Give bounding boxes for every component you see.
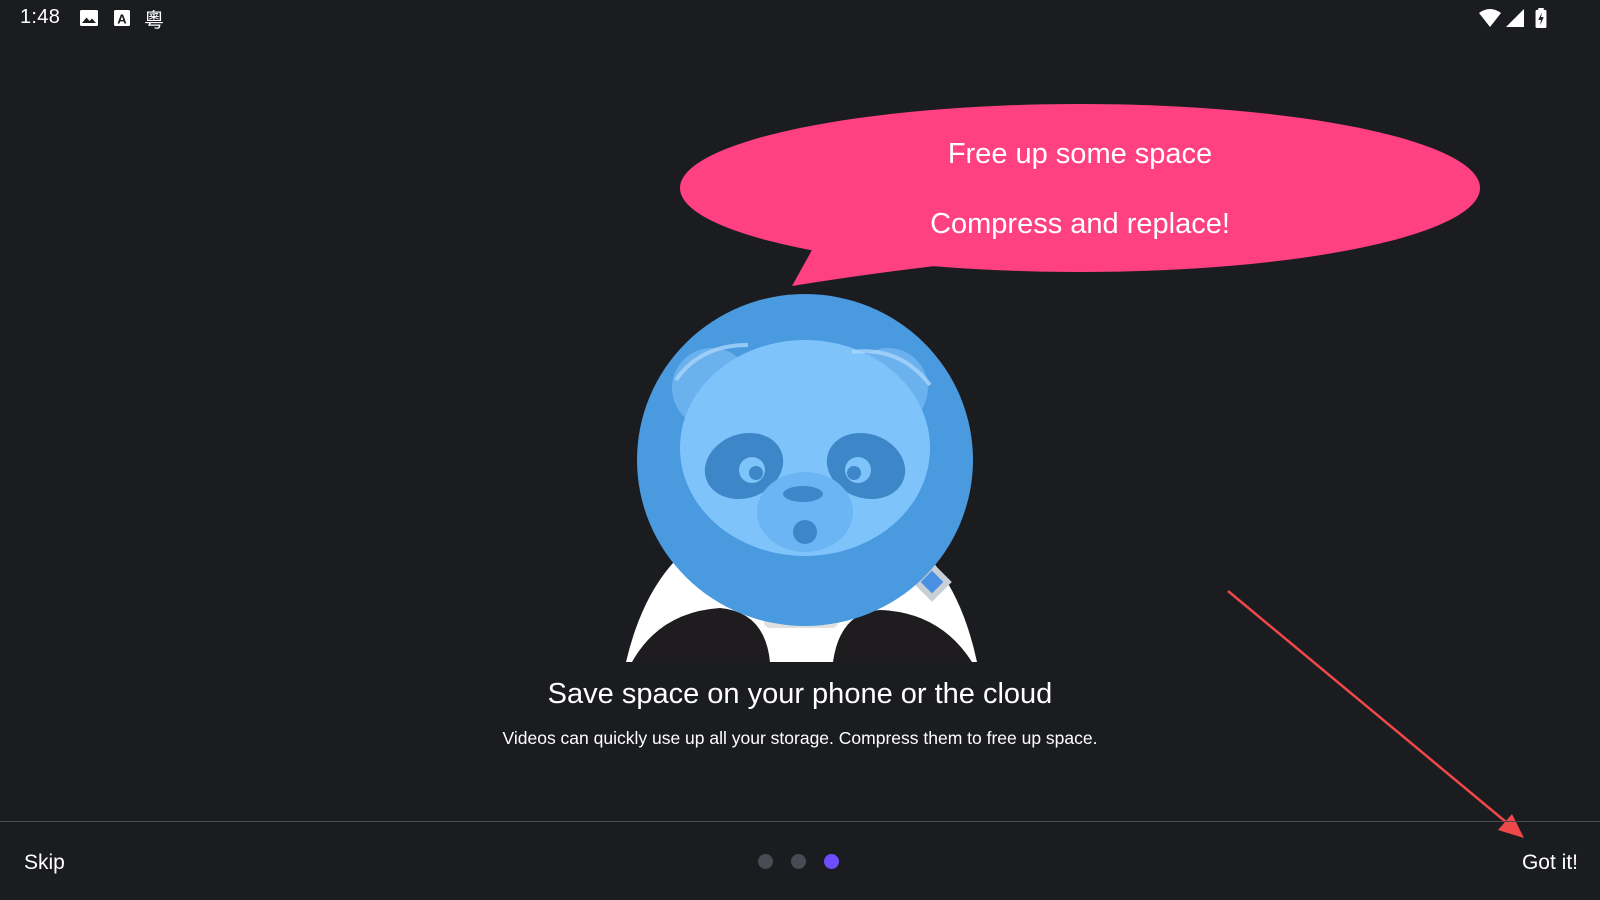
onboarding-illustration xyxy=(626,104,1524,838)
bubble-line-1: Free up some space xyxy=(947,138,1213,170)
onboarding-subtitle: Videos can quickly use up all your stora… xyxy=(502,728,1098,748)
speech-bubble xyxy=(680,104,1480,286)
annotation-arrow xyxy=(1227,590,1524,838)
bubble-line-2: Compress and replace! xyxy=(930,208,1230,240)
page-indicator xyxy=(758,854,839,869)
page-dot-1 xyxy=(758,854,773,869)
footer-divider xyxy=(0,821,1600,822)
onboarding-title: Save space on your phone or the cloud xyxy=(547,678,1053,710)
panda-astronaut-image xyxy=(626,294,977,662)
skip-button[interactable]: Skip xyxy=(24,851,65,875)
page-dot-2 xyxy=(791,854,806,869)
page-dot-3 xyxy=(824,854,839,869)
got-it-button[interactable]: Got it! xyxy=(1522,851,1578,875)
